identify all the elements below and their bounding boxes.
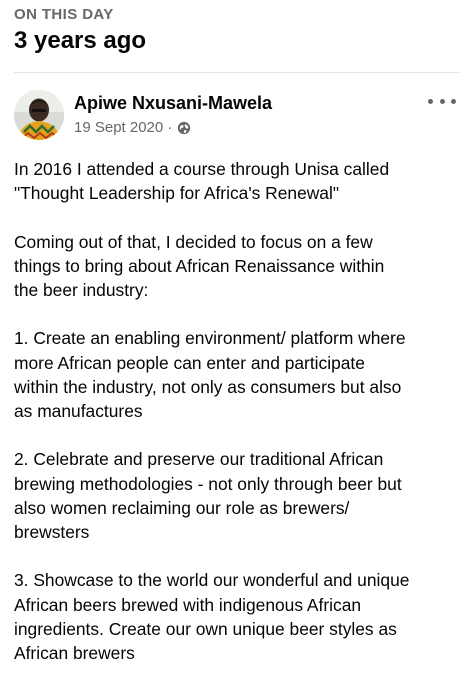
more-dot — [451, 98, 456, 104]
post-header: Apiwe Nxusani-Mawela 19 Sept 2020 · — [14, 90, 460, 142]
post-date[interactable]: 19 Sept 2020 — [74, 118, 163, 138]
more-dot — [439, 98, 445, 104]
post-paragraph: Coming out of that, I decided to focus o… — [14, 231, 385, 300]
post-paragraph: 3. Showcase to the world our wonderful a… — [14, 570, 410, 663]
divider — [14, 72, 460, 73]
meta-separator: · — [167, 119, 173, 136]
avatar[interactable] — [14, 90, 64, 140]
memory-header: ON THIS DAY 3 years ago — [14, 6, 460, 56]
post-meta: 19 Sept 2020 · — [74, 118, 191, 138]
post-paragraph: 1. Create an enabling environment/ platf… — [14, 328, 406, 421]
memory-eyebrow: ON THIS DAY — [14, 6, 114, 23]
globe-icon — [177, 121, 191, 135]
author-name[interactable]: Apiwe Nxusani-Mawela — [74, 92, 272, 114]
post-paragraph: 2. Celebrate and preserve our traditiona… — [14, 449, 402, 542]
more-options-icon[interactable] — [428, 92, 456, 110]
post-body: In 2016 I attended a course through Unis… — [14, 157, 464, 689]
avatar-photo — [14, 90, 64, 140]
post-paragraph: In 2016 I attended a course through Unis… — [14, 159, 390, 204]
more-dot — [428, 98, 433, 104]
memory-title: 3 years ago — [14, 27, 147, 54]
